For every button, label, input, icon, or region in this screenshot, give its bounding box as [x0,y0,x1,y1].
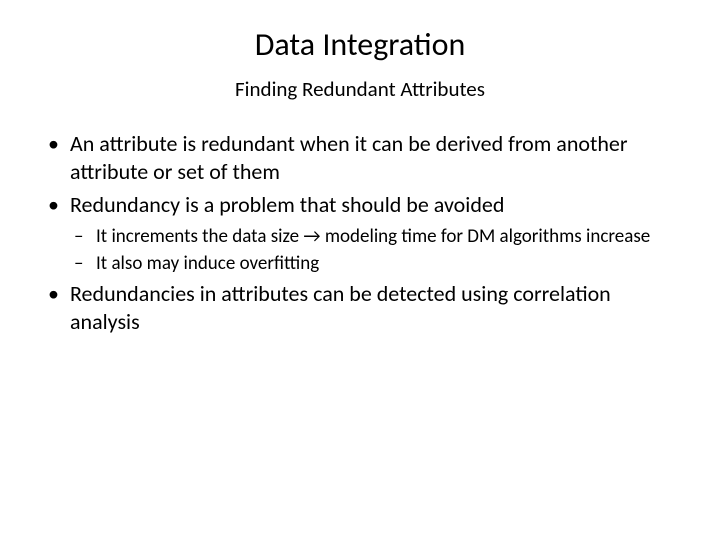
slide-subtitle: Finding Redundant Attributes [40,76,680,102]
list-item: An attribute is redundant when it can be… [40,130,680,185]
list-item: It increments the data size → modeling t… [40,225,680,249]
slide-title: Data Integration [40,25,680,64]
sub-bullet-list: It increments the data size → modeling t… [40,225,680,277]
list-item: Redundancy is a problem that should be a… [40,191,680,219]
list-item: It also may induce overfitting [40,252,680,276]
list-item: Redundancies in attributes can be detect… [40,280,680,335]
bullet-list: An attribute is redundant when it can be… [40,130,680,335]
